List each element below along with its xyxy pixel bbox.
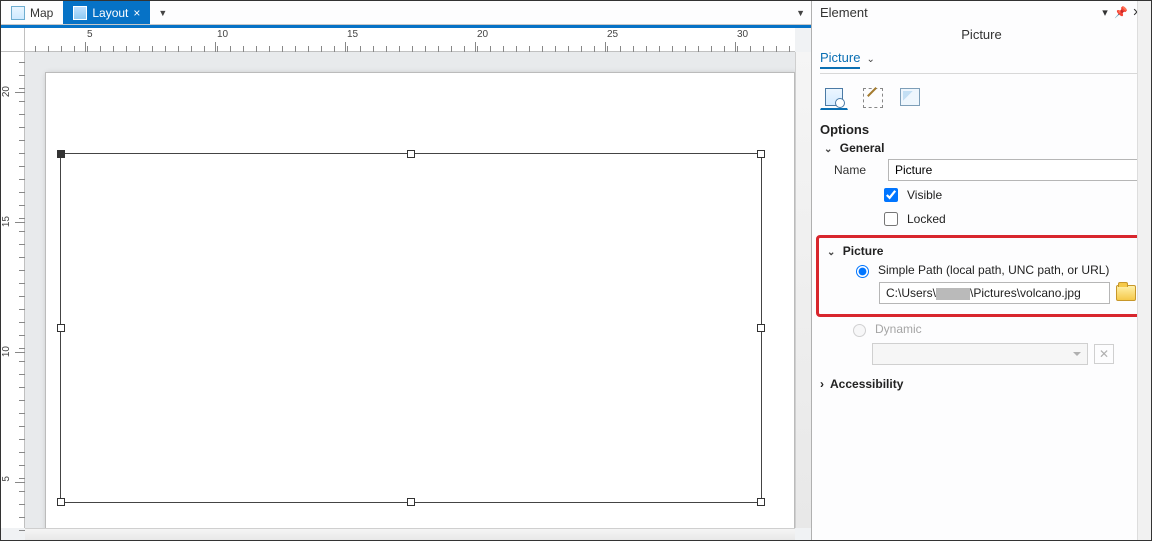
map-icon: [11, 6, 25, 20]
resize-handle-top-mid[interactable]: [407, 150, 415, 158]
picture-element-frame[interactable]: [60, 153, 762, 503]
close-icon[interactable]: ×: [133, 7, 140, 19]
resize-handle-mid-right[interactable]: [757, 324, 765, 332]
dynamic-select: [872, 343, 1088, 365]
element-panel: Element ▾ 📌 ✕ Picture Picture ⌄ Options …: [812, 1, 1151, 540]
dynamic-radio: [853, 324, 866, 337]
panel-body: Picture ⌄ Options ⌄ General Name: [812, 50, 1151, 540]
locked-checkbox-row: Locked: [880, 209, 1143, 229]
picture-header[interactable]: ⌄ Picture: [827, 244, 1136, 258]
resize-handle-top-right[interactable]: [757, 150, 765, 158]
chevron-down-icon[interactable]: ⌄: [866, 54, 874, 65]
path-field[interactable]: C:\Users\\Pictures\volcano.jpg: [879, 282, 1110, 304]
group-general: ⌄ General Name Visible Locked: [824, 141, 1143, 229]
tab-map[interactable]: Map: [1, 1, 63, 24]
resize-handle-top-left[interactable]: [57, 150, 65, 158]
clear-dynamic-button: ✕: [1094, 344, 1114, 364]
subtab-picture[interactable]: Picture: [820, 50, 860, 69]
group-picture: ⌄ Picture Simple Path (local path, UNC p…: [827, 244, 1136, 304]
layout-body: 51015202530 5101520: [1, 28, 811, 540]
name-field[interactable]: [888, 159, 1143, 181]
horizontal-ruler[interactable]: 51015202530: [25, 28, 795, 52]
tab-layout[interactable]: Layout ×: [63, 1, 150, 24]
simple-path-radio-row: Simple Path (local path, UNC path, or UR…: [851, 262, 1136, 278]
layout-icon: [73, 6, 87, 20]
panel-vertical-scrollbar[interactable]: [1137, 1, 1151, 540]
pencil-icon: [863, 88, 881, 106]
options-header: Options: [820, 122, 1143, 137]
ruler-corner: [1, 28, 25, 52]
general-header[interactable]: ⌄ General: [824, 141, 1143, 155]
layout-canvas-pane: Map Layout × ▼ ▼ 51015202530 5101520: [1, 1, 812, 540]
tab-list-dropdown[interactable]: ▼: [154, 8, 171, 18]
accessibility-header[interactable]: › Accessibility: [820, 377, 1143, 391]
resize-handle-mid-left[interactable]: [57, 324, 65, 332]
horizontal-scrollbar[interactable]: [25, 528, 795, 540]
properties-tool-button[interactable]: [820, 84, 848, 110]
name-label: Name: [834, 163, 880, 177]
chevron-down-icon: ⌄: [824, 144, 832, 155]
vertical-scrollbar[interactable]: [795, 52, 811, 528]
panel-subtabs: Picture ⌄: [820, 50, 1143, 74]
placement-icon: [900, 88, 920, 106]
display-tool-button[interactable]: [858, 84, 886, 110]
panel-subtitle: Picture: [812, 23, 1151, 50]
view-tab-bar: Map Layout × ▼ ▼: [1, 1, 811, 25]
resize-handle-bottom-right[interactable]: [757, 498, 765, 506]
picture-group-highlight: ⌄ Picture Simple Path (local path, UNC p…: [816, 235, 1143, 317]
layout-page[interactable]: [45, 72, 795, 528]
panel-header: Element ▾ 📌 ✕: [812, 1, 1151, 23]
properties-icon: [825, 88, 843, 106]
visible-checkbox-row: Visible: [880, 185, 1143, 205]
tab-layout-label: Layout: [92, 6, 128, 20]
dynamic-label: Dynamic: [875, 322, 922, 336]
chevron-right-icon: ›: [820, 377, 824, 391]
resize-handle-bottom-mid[interactable]: [407, 498, 415, 506]
dynamic-radio-row: Dynamic: [848, 321, 1143, 337]
visible-label: Visible: [907, 188, 942, 202]
resize-handle-bottom-left[interactable]: [57, 498, 65, 506]
panel-pin-icon[interactable]: 📌: [1113, 6, 1129, 19]
visible-checkbox[interactable]: [884, 188, 898, 202]
vertical-ruler[interactable]: 5101520: [1, 52, 25, 528]
locked-checkbox[interactable]: [884, 212, 898, 226]
tab-map-label: Map: [30, 6, 53, 20]
placement-tool-button[interactable]: [896, 84, 924, 110]
path-row: C:\Users\\Pictures\volcano.jpg: [879, 282, 1136, 304]
chevron-down-icon: ⌄: [827, 247, 835, 258]
simple-path-radio[interactable]: [856, 265, 869, 278]
locked-label: Locked: [907, 212, 946, 226]
toolbar-row: [820, 74, 1143, 118]
redacted-username: [936, 288, 970, 300]
panel-options-dropdown[interactable]: ▾: [1097, 6, 1113, 19]
tab-list-dropdown-right[interactable]: ▼: [796, 8, 811, 18]
simple-path-label: Simple Path (local path, UNC path, or UR…: [878, 263, 1109, 277]
layout-canvas[interactable]: [25, 52, 795, 528]
browse-folder-icon[interactable]: [1116, 285, 1136, 301]
panel-title: Element: [820, 5, 868, 20]
